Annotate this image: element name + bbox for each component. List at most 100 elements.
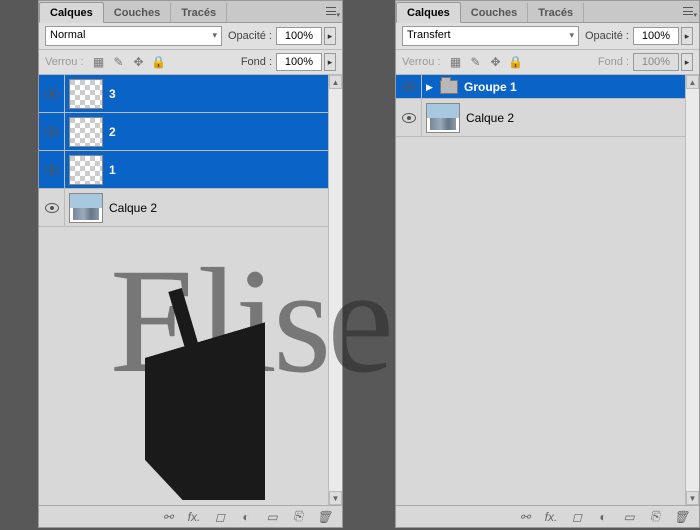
lock-fill-row: Verrou : ▦ ✎ ✥ 🔒 Fond : 100% ▸ — [39, 50, 342, 75]
lock-paint-icon[interactable]: ✎ — [112, 55, 126, 69]
layer-name[interactable]: Groupe 1 — [464, 80, 517, 94]
layer-name[interactable]: Calque 2 — [109, 201, 157, 215]
tab-channels[interactable]: Couches — [461, 3, 528, 22]
blend-mode-value: Normal — [50, 29, 85, 41]
scroll-down-icon[interactable]: ▼ — [686, 491, 699, 505]
mask-icon[interactable]: ◻ — [212, 509, 228, 525]
panel-menu-icon[interactable] — [324, 5, 338, 17]
panel-bottom-toolbar: ⚯ fx. ◻ ◐ ▭ ⎘ 🗑 — [39, 505, 342, 527]
opacity-label: Opacité : — [585, 30, 629, 42]
mask-icon[interactable]: ◻ — [569, 509, 585, 525]
layer-row[interactable]: Calque 2 — [396, 99, 699, 137]
lock-move-icon[interactable]: ✥ — [132, 55, 146, 69]
lock-paint-icon[interactable]: ✎ — [469, 55, 483, 69]
fill-input: 100% — [633, 53, 679, 71]
tab-channels[interactable]: Couches — [104, 3, 171, 22]
blend-mode-value: Transfert — [407, 29, 451, 41]
scrollbar[interactable]: ▲ ▼ — [328, 75, 342, 505]
layer-list: ▶ Groupe 1 Calque 2 ▲ ▼ — [396, 75, 699, 505]
eye-icon — [45, 165, 59, 175]
layer-row[interactable]: 3 — [39, 75, 342, 113]
layer-name[interactable]: Calque 2 — [466, 111, 514, 125]
trash-icon[interactable]: 🗑 — [316, 509, 332, 525]
layers-panel-right: Calques Couches Tracés Transfert ▾ Opaci… — [395, 0, 700, 528]
scrollbar[interactable]: ▲ ▼ — [685, 75, 699, 505]
fx-icon[interactable]: fx. — [186, 509, 202, 525]
layer-list: 3 2 1 Calque 2 ▲ ▼ — [39, 75, 342, 505]
layer-name[interactable]: 1 — [109, 163, 116, 177]
layer-thumbnail[interactable] — [426, 103, 460, 133]
opacity-stepper[interactable]: ▸ — [681, 27, 693, 45]
opacity-input[interactable]: 100% — [276, 27, 322, 45]
fill-input[interactable]: 100% — [276, 53, 322, 71]
lock-icons-group: ▦ ✎ ✥ 🔒 — [449, 55, 523, 69]
opacity-input[interactable]: 100% — [633, 27, 679, 45]
lock-all-icon[interactable]: 🔒 — [509, 55, 523, 69]
fill-label: Fond : — [598, 56, 629, 68]
tab-bar: Calques Couches Tracés — [396, 1, 699, 23]
layer-thumbnail[interactable] — [69, 193, 103, 223]
folder-icon — [440, 80, 458, 94]
layer-group-row[interactable]: ▶ Groupe 1 — [396, 75, 699, 99]
fill-stepper: ▸ — [681, 53, 693, 71]
tab-paths[interactable]: Tracés — [528, 3, 584, 22]
lock-move-icon[interactable]: ✥ — [489, 55, 503, 69]
group-icon[interactable]: ▭ — [621, 509, 637, 525]
adjustment-icon[interactable]: ◐ — [238, 509, 254, 525]
layer-row[interactable]: 1 — [39, 151, 342, 189]
layer-row[interactable]: Calque 2 — [39, 189, 342, 227]
lock-icons-group: ▦ ✎ ✥ 🔒 — [92, 55, 166, 69]
lock-transparency-icon[interactable]: ▦ — [449, 55, 463, 69]
scroll-up-icon[interactable]: ▲ — [329, 75, 342, 89]
fill-stepper[interactable]: ▸ — [324, 53, 336, 71]
layer-thumbnail[interactable] — [69, 117, 103, 147]
layer-name[interactable]: 2 — [109, 125, 116, 139]
adjustment-icon[interactable]: ◐ — [595, 509, 611, 525]
new-layer-icon[interactable]: ⎘ — [647, 509, 663, 525]
fx-icon[interactable]: fx. — [543, 509, 559, 525]
panel-menu-icon[interactable] — [681, 5, 695, 17]
tab-bar: Calques Couches Tracés — [39, 1, 342, 23]
layer-thumbnail[interactable] — [69, 79, 103, 109]
visibility-toggle[interactable] — [39, 75, 65, 112]
lock-all-icon[interactable]: 🔒 — [152, 55, 166, 69]
scroll-up-icon[interactable]: ▲ — [686, 75, 699, 89]
lock-label: Verrou : — [402, 56, 441, 68]
layer-name[interactable]: 3 — [109, 87, 116, 101]
blend-mode-select[interactable]: Transfert ▾ — [402, 26, 579, 46]
visibility-toggle[interactable] — [39, 113, 65, 150]
eye-icon — [45, 89, 59, 99]
tab-layers[interactable]: Calques — [396, 2, 461, 23]
dropdown-caret-icon: ▾ — [212, 30, 217, 41]
blend-opacity-row: Transfert ▾ Opacité : 100% ▸ — [396, 23, 699, 50]
lock-label: Verrou : — [45, 56, 84, 68]
link-layers-icon[interactable]: ⚯ — [517, 509, 533, 525]
eye-icon — [45, 127, 59, 137]
blend-opacity-row: Normal ▾ Opacité : 100% ▸ — [39, 23, 342, 50]
visibility-toggle[interactable] — [39, 189, 65, 226]
dropdown-caret-icon: ▾ — [569, 30, 574, 41]
panel-bottom-toolbar: ⚯ fx. ◻ ◐ ▭ ⎘ 🗑 — [396, 505, 699, 527]
eye-icon — [402, 113, 416, 123]
group-expand-icon[interactable]: ▶ — [426, 82, 436, 92]
tab-paths[interactable]: Tracés — [171, 3, 227, 22]
trash-icon[interactable]: 🗑 — [673, 509, 689, 525]
lock-fill-row: Verrou : ▦ ✎ ✥ 🔒 Fond : 100% ▸ — [396, 50, 699, 75]
layer-row[interactable]: 2 — [39, 113, 342, 151]
eye-icon — [402, 82, 416, 92]
eye-icon — [45, 203, 59, 213]
fill-label: Fond : — [241, 56, 272, 68]
new-layer-icon[interactable]: ⎘ — [290, 509, 306, 525]
layer-thumbnail[interactable] — [69, 155, 103, 185]
link-layers-icon[interactable]: ⚯ — [160, 509, 176, 525]
visibility-toggle[interactable] — [396, 75, 422, 98]
lock-transparency-icon[interactable]: ▦ — [92, 55, 106, 69]
layers-panel-left: Calques Couches Tracés Normal ▾ Opacité … — [38, 0, 343, 528]
blend-mode-select[interactable]: Normal ▾ — [45, 26, 222, 46]
visibility-toggle[interactable] — [396, 99, 422, 136]
group-icon[interactable]: ▭ — [264, 509, 280, 525]
opacity-stepper[interactable]: ▸ — [324, 27, 336, 45]
scroll-down-icon[interactable]: ▼ — [329, 491, 342, 505]
tab-layers[interactable]: Calques — [39, 2, 104, 23]
visibility-toggle[interactable] — [39, 151, 65, 188]
